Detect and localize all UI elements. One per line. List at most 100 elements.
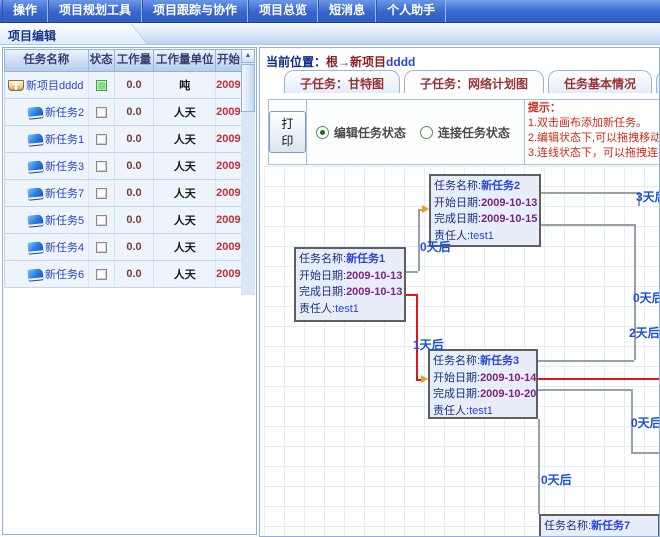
book-icon <box>27 241 43 254</box>
start-date-cell: 2009 <box>216 261 242 287</box>
task-name-cell: 新任务2 <box>5 99 89 125</box>
node-row: 责任人:test1 <box>299 301 401 318</box>
menu-item[interactable]: 项目跟踪与协作 <box>142 0 248 22</box>
project-icon <box>8 80 24 91</box>
task-node-task7[interactable]: 任务名称:新任务7开始日期:2009-10-20 <box>539 514 660 537</box>
menu-item[interactable]: 项目总览 <box>248 0 318 22</box>
connect-mode-radio[interactable] <box>420 126 433 139</box>
workload-cell: 0.0 <box>115 261 155 287</box>
tips-line: 1.双击画布添加新任务。 <box>528 116 658 131</box>
task-node-task3[interactable]: 任务名称:新任务3开始日期:2009-10-14完成日期:2009-10-20责… <box>428 349 538 419</box>
table-row[interactable]: 新任务70.0人天2009 <box>4 180 243 207</box>
status-cell <box>89 207 115 233</box>
task-table-body: 新项目dddd0.0吨2009新任务20.0人天2009新任务10.0人天200… <box>4 72 243 288</box>
workload-cell: 0.0 <box>115 234 155 260</box>
page-title: 项目编辑 <box>8 27 56 44</box>
table-row[interactable]: 新任务10.0人天2009 <box>4 126 243 153</box>
node-row: 责任人:test1 <box>433 403 533 420</box>
lag-label: 0天后 <box>420 238 451 255</box>
book-icon <box>27 160 43 173</box>
scroll-up-button[interactable]: ▲ <box>241 49 255 63</box>
menu-item[interactable]: 操作 <box>2 0 48 22</box>
table-row[interactable]: 新任务30.0人天2009 <box>4 153 243 180</box>
unit-cell: 人天 <box>154 261 216 287</box>
status-checkbox[interactable] <box>96 215 107 226</box>
book-icon <box>27 187 43 200</box>
connector-line <box>541 192 638 194</box>
tips-title: 提示： <box>528 101 658 116</box>
top-menu-bar: 操作项目规划工具项目跟踪与协作项目总览短消息个人助手 <box>0 0 660 23</box>
print-button[interactable]: 打印 <box>269 111 306 153</box>
task-name-label: 新任务3 <box>45 158 84 174</box>
status-cell <box>89 180 115 206</box>
column-header[interactable]: 工作量单位 <box>154 50 216 71</box>
tab-item[interactable]: 任务基本情况 <box>548 70 652 93</box>
status-cell <box>89 72 115 98</box>
status-checkbox[interactable] <box>96 242 107 253</box>
book-icon <box>27 106 43 119</box>
unit-cell: 人天 <box>154 234 216 260</box>
edit-mode-label[interactable]: 编辑任务状态 <box>334 124 406 141</box>
status-cell <box>89 261 115 287</box>
workload-cell: 0.0 <box>115 126 155 152</box>
breadcrumb-project-name[interactable]: dddd <box>386 55 415 69</box>
task-name-label: 新任务2 <box>45 104 84 120</box>
start-date-cell: 2009 <box>216 99 242 125</box>
status-checkbox[interactable] <box>96 161 107 172</box>
tips-lines: 1.双击画布添加新任务。2.编辑状态下,可以拖拽移动任务框3.连线状态下，可以拖… <box>528 116 658 161</box>
breadcrumb-path[interactable]: 根→新项目 <box>326 55 386 69</box>
connector-line <box>631 452 660 454</box>
status-checkbox[interactable] <box>96 107 107 118</box>
table-row[interactable]: 新任务40.0人天2009 <box>4 234 243 261</box>
tab-item[interactable]: 任务变 <box>656 70 660 93</box>
table-row[interactable]: 新任务50.0人天2009 <box>4 207 243 234</box>
column-header[interactable]: 任务名称 <box>5 50 89 71</box>
connector-arrow-icon <box>422 205 429 213</box>
node-row: 任务名称:新任务1 <box>299 251 401 268</box>
tab-item[interactable]: 子任务：甘特图 <box>284 70 400 93</box>
status-cell <box>89 126 115 152</box>
task-node-task1[interactable]: 任务名称:新任务1开始日期:2009-10-13完成日期:2009-10-13责… <box>294 247 406 322</box>
detail-tabs: 子任务：甘特图子任务：网络计划图任务基本情况任务变 <box>284 70 660 93</box>
node-row: 完成日期:2009-10-15 <box>434 211 536 228</box>
network-diagram-canvas[interactable]: 任务名称:新任务2开始日期:2009-10-13完成日期:2009-10-15 责… <box>264 166 660 537</box>
node-row: 开始日期:2009-10-13 <box>434 195 536 212</box>
connector-line <box>538 378 660 380</box>
start-date-cell: 2009 <box>216 126 242 152</box>
status-checkbox[interactable] <box>96 134 107 145</box>
connect-mode-label[interactable]: 连接任务状态 <box>438 124 510 141</box>
menu-item[interactable]: 个人助手 <box>376 0 446 22</box>
task-name-cell: 新任务1 <box>5 126 89 152</box>
lag-label: 1天后 <box>413 336 444 353</box>
diagram-toolbar: 打印 编辑任务状态 连接任务状态 提示： 1.双击画布添加新任务。2.编辑状态下… <box>268 99 660 165</box>
task-name-label: 新任务4 <box>45 239 84 255</box>
lag-label: 2天后 <box>629 324 660 341</box>
task-node-task2[interactable]: 任务名称:新任务2开始日期:2009-10-13完成日期:2009-10-15责… <box>429 174 541 247</box>
task-name-label: 新任务1 <box>45 131 84 147</box>
lag-label: 0天后 <box>631 414 660 431</box>
menu-item[interactable]: 短消息 <box>318 0 376 22</box>
table-row[interactable]: 新项目dddd0.0吨2009 <box>4 72 243 99</box>
scrollbar-thumb[interactable] <box>241 64 255 112</box>
table-row[interactable]: 新任务6 0.0人天2009 <box>4 261 243 288</box>
edit-mode-radio[interactable] <box>316 126 329 139</box>
column-header[interactable]: 开始 <box>216 50 242 71</box>
column-header[interactable]: 工作量 <box>115 50 155 71</box>
book-icon <box>27 268 43 281</box>
status-checkbox[interactable] <box>96 188 107 199</box>
column-header[interactable]: 状态 <box>89 50 115 71</box>
menu-item[interactable]: 项目规划工具 <box>48 0 142 22</box>
table-vertical-scrollbar[interactable]: ▲ <box>241 49 255 295</box>
connector-line <box>406 271 418 273</box>
status-checkbox[interactable] <box>96 80 107 91</box>
tab-active[interactable]: 子任务：网络计划图 <box>404 70 544 93</box>
node-row: 任务名称:新任务2 <box>434 178 536 195</box>
table-row[interactable]: 新任务20.0人天2009 <box>4 99 243 126</box>
task-name-label: 新任务6 <box>45 266 84 282</box>
status-checkbox[interactable] <box>96 269 107 280</box>
node-row: 任务名称:新任务3 <box>433 353 533 370</box>
connector-line <box>538 419 540 514</box>
breadcrumb: 当前位置：根→新项目dddd <box>266 53 415 70</box>
print-cell: 打印 <box>269 100 307 164</box>
task-name-cell: 新任务3 <box>5 153 89 179</box>
